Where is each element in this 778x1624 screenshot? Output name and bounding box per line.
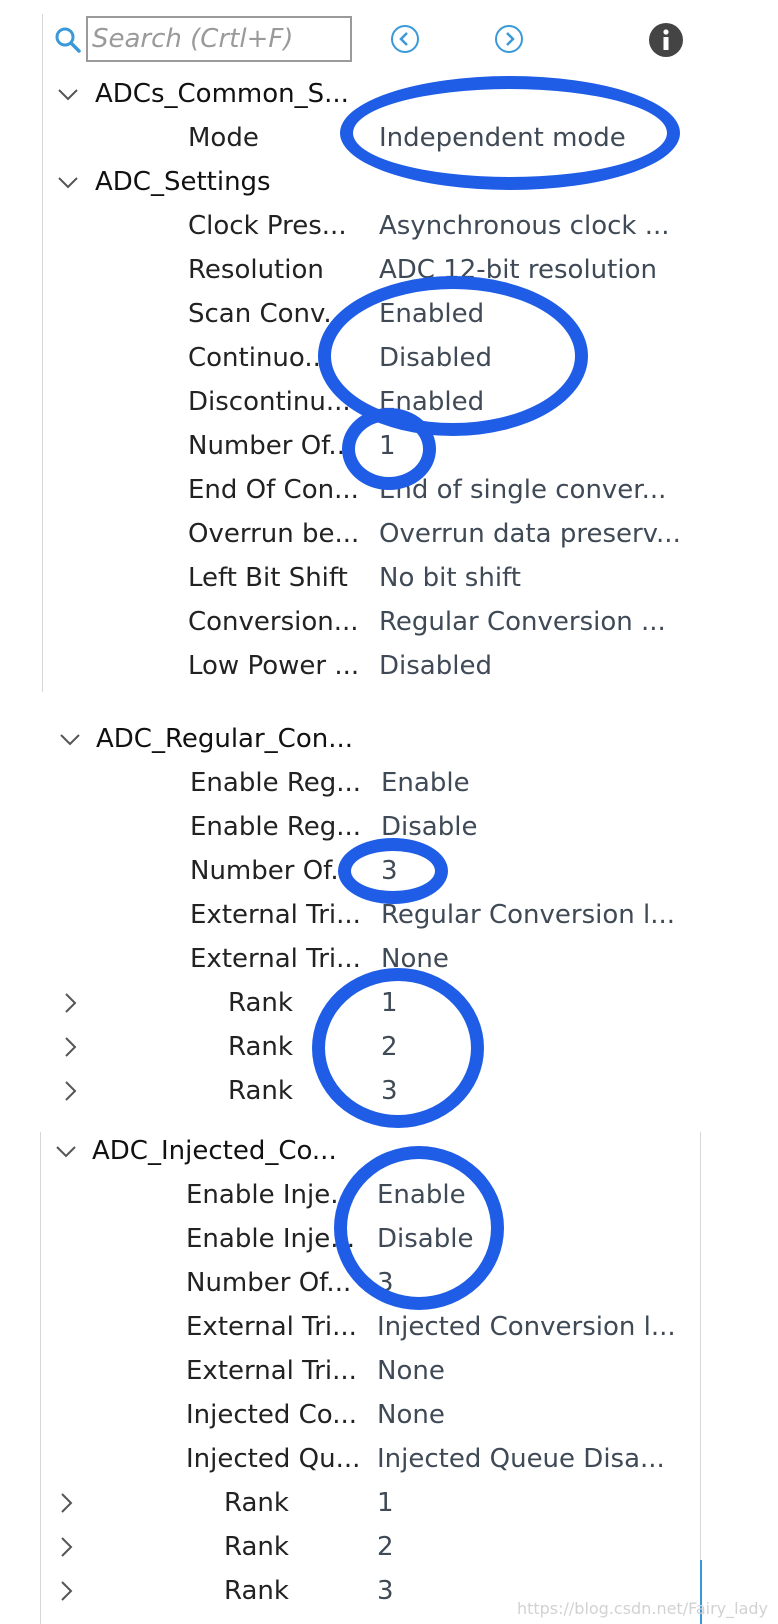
chevron-down-icon[interactable] — [56, 170, 80, 194]
param-value[interactable]: Enable — [377, 1173, 466, 1217]
param-value[interactable]: Disable — [381, 805, 477, 849]
group-title-settings[interactable]: ADC_Settings — [95, 160, 271, 204]
search-icon[interactable] — [54, 26, 82, 54]
param-value[interactable]: Enabled — [379, 292, 484, 336]
param-value[interactable]: Regular Conversion l... — [381, 893, 675, 937]
chevron-right-icon[interactable] — [58, 1035, 82, 1059]
chevron-down-icon[interactable] — [58, 727, 82, 751]
chevron-down-icon[interactable] — [56, 82, 80, 106]
param-label: Continuo... — [188, 343, 330, 373]
param-label: External Tri... — [190, 900, 361, 930]
param-label: Enable Reg... — [190, 812, 362, 842]
chevron-right-icon[interactable] — [54, 1535, 78, 1559]
param-value[interactable]: Injected Queue Disa... — [377, 1437, 665, 1481]
param-value[interactable]: Enabled — [379, 380, 484, 424]
param-label: Overrun be... — [188, 519, 360, 549]
param-label: Enable Inje... — [186, 1224, 355, 1254]
param-value[interactable]: Independent mode — [379, 116, 626, 160]
search-input[interactable] — [88, 18, 350, 60]
param-value[interactable]: 3 — [377, 1261, 394, 1305]
param-label: Enable Inje... — [186, 1180, 355, 1210]
tree-guide-line — [42, 14, 43, 692]
annotation-circle — [312, 968, 484, 1128]
param-label: Mode — [188, 123, 259, 153]
param-label: Scan Conv... — [188, 299, 349, 329]
rank-label[interactable]: Rank — [224, 1525, 289, 1569]
param-label: Left Bit Shift — [188, 563, 348, 593]
group-title-regular[interactable]: ADC_Regular_Con... — [96, 717, 353, 761]
chevron-right-icon[interactable] — [58, 991, 82, 1015]
param-value[interactable]: Disabled — [379, 644, 492, 688]
rank-value[interactable]: 2 — [377, 1525, 394, 1569]
rank-value[interactable]: 2 — [381, 1025, 398, 1069]
rank-label[interactable]: Rank — [224, 1569, 289, 1613]
search-input-box[interactable] — [86, 16, 352, 62]
param-label: End Of Con... — [188, 475, 359, 505]
group-title-common[interactable]: ADCs_Common_S... — [95, 72, 349, 116]
rank-value[interactable]: 3 — [377, 1569, 394, 1613]
param-label: Number Of... — [188, 431, 354, 461]
chevron-right-icon[interactable] — [54, 1491, 78, 1515]
chevron-down-icon[interactable] — [54, 1139, 78, 1163]
param-value[interactable]: None — [377, 1349, 445, 1393]
param-value[interactable]: None — [381, 937, 449, 981]
param-value[interactable]: Disabled — [379, 336, 492, 380]
param-label: Injected Qu... — [186, 1444, 361, 1474]
param-label: External Tri... — [186, 1312, 357, 1342]
param-value[interactable]: End of single conver... — [379, 468, 666, 512]
param-label: Enable Reg... — [190, 768, 362, 798]
info-icon[interactable] — [648, 22, 684, 58]
param-label: Resolution — [188, 255, 324, 285]
param-label: Discontinu... — [188, 387, 351, 417]
rank-label[interactable]: Rank — [224, 1481, 289, 1525]
group-title-injected[interactable]: ADC_Injected_Co... — [92, 1129, 337, 1173]
param-value[interactable]: None — [377, 1393, 445, 1437]
param-value[interactable]: Asynchronous clock ... — [379, 204, 670, 248]
rank-value[interactable]: 1 — [377, 1481, 394, 1525]
param-label: Number Of... — [186, 1268, 352, 1298]
param-label: Clock Pres... — [188, 211, 347, 241]
param-label: Conversion... — [188, 607, 359, 637]
param-label: Low Power ... — [188, 651, 360, 681]
rank-value[interactable]: 3 — [381, 1069, 398, 1113]
param-value[interactable]: 1 — [379, 424, 396, 468]
rank-label[interactable]: Rank — [228, 981, 293, 1025]
rank-label[interactable]: Rank — [228, 1069, 293, 1113]
param-label: Number Of... — [190, 856, 356, 886]
param-value[interactable]: ADC 12-bit resolution — [379, 248, 657, 292]
chevron-right-icon[interactable] — [58, 1079, 82, 1103]
tree-guide-line — [40, 1132, 41, 1624]
chevron-right-icon[interactable] — [54, 1579, 78, 1603]
param-label: Injected Co... — [186, 1400, 358, 1430]
param-value[interactable]: Overrun data preserv... — [379, 512, 681, 556]
param-label: External Tri... — [190, 944, 361, 974]
panel-border-line — [700, 1132, 701, 1562]
param-value[interactable]: No bit shift — [379, 556, 521, 600]
param-value[interactable]: Disable — [377, 1217, 473, 1261]
param-value[interactable]: 3 — [381, 849, 398, 893]
previous-icon[interactable] — [390, 24, 420, 54]
watermark: https://blog.csdn.net/Fairy_lady — [516, 1599, 768, 1618]
param-label: External Tri... — [186, 1356, 357, 1386]
param-value[interactable]: Enable — [381, 761, 470, 805]
rank-value[interactable]: 1 — [381, 981, 398, 1025]
param-value[interactable]: Regular Conversion ... — [379, 600, 666, 644]
next-icon[interactable] — [494, 24, 524, 54]
rank-label[interactable]: Rank — [228, 1025, 293, 1069]
param-value[interactable]: Injected Conversion l... — [377, 1305, 676, 1349]
